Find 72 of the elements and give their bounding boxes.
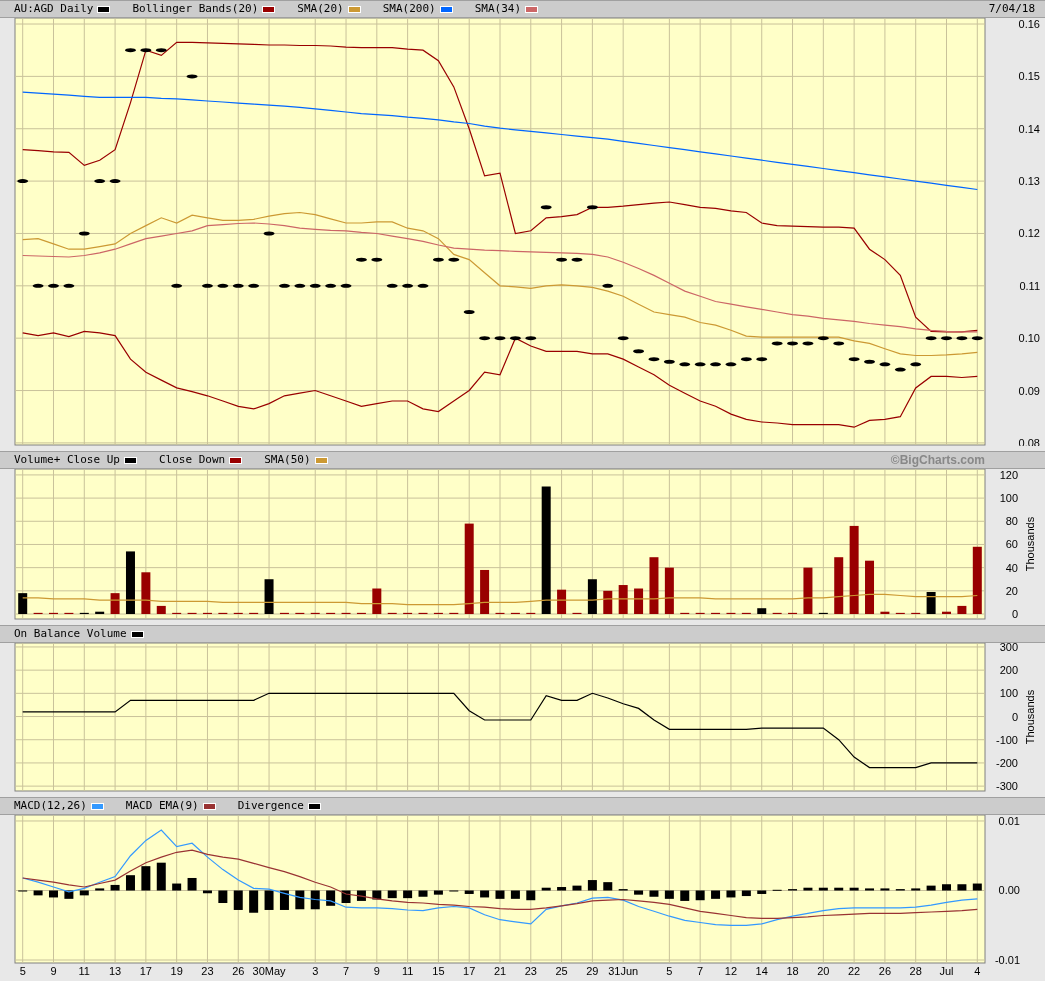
axis-tick-label: 9	[50, 965, 57, 977]
axis-tick-label: 20	[1005, 584, 1018, 597]
axis-tick-label: 4	[974, 965, 981, 977]
axis-tick-label: 40	[1005, 561, 1018, 574]
axis-tick-label: 0.16	[1018, 18, 1040, 30]
axis-tick-label: 0.12	[1018, 227, 1040, 240]
legend-label: SMA(20)	[297, 0, 344, 17]
axis-tick-label: 29	[586, 965, 599, 977]
axis-tick-label: 21	[493, 965, 507, 977]
axis-tick-label: 5	[666, 965, 673, 977]
axis-tick-label: 15	[432, 965, 445, 977]
axis-tick-label: 7	[342, 965, 350, 977]
axis-tick-label: 28	[909, 965, 922, 977]
legend-label: Close Down	[158, 451, 226, 468]
axis-tick-label: 22	[848, 965, 861, 977]
axis-tick-label: 26	[878, 965, 892, 977]
legend-label: SMA(50)	[264, 451, 311, 468]
axis-tick-label: 60	[1005, 538, 1018, 551]
axis-tick-label: 25	[555, 965, 568, 977]
axis-tick-label: 300	[999, 643, 1018, 653]
axis-tick-label: 17	[139, 965, 152, 977]
legend-label: On Balance Volume	[14, 625, 127, 642]
axis-tick-label: 19	[170, 965, 183, 977]
legend-label: Bollinger Bands(20)	[132, 0, 259, 17]
legend-label: Volume+ Close Up	[14, 451, 120, 468]
axis-tick-label: -100	[995, 733, 1018, 746]
legend-label: SMA(34)	[474, 0, 522, 17]
axis-tick-label: 3	[312, 965, 319, 977]
axis-tick-label: 0.13	[1018, 175, 1040, 188]
axis-tick-label: 14	[755, 965, 768, 977]
axis-tick-label: 0.14	[1018, 122, 1040, 135]
axis-tick-label: 9	[373, 965, 380, 977]
axis-tick-label: 0	[1011, 710, 1018, 723]
axis-tick-label: 18	[786, 965, 799, 977]
axis-tick-label: 31Jun	[608, 965, 639, 977]
axis-tick-label: 23	[524, 965, 537, 977]
axis-tick-label: 0.15	[1018, 70, 1040, 83]
axis-tick-label: 5	[19, 965, 26, 977]
axis-tick-label: Jul	[939, 965, 954, 977]
axis-tick-label: 0	[1011, 608, 1018, 620]
axis-tick-label: -0.01	[994, 954, 1020, 966]
legend-label: Divergence	[237, 797, 304, 814]
axis-tick-label: 7	[697, 965, 704, 977]
legend-label: AU:AGD Daily	[14, 0, 94, 17]
credit-text: ©BigCharts.com	[890, 452, 985, 469]
axis-tick-label: 0.01	[998, 815, 1020, 827]
axis-tick-label: 13	[108, 965, 122, 977]
axis-tick-label: 0.09	[1018, 384, 1040, 397]
axis-tick-label: -300	[995, 780, 1018, 792]
axis-tick-label: 200	[999, 664, 1018, 677]
axis-tick-label: 20	[817, 965, 830, 977]
chart-date: 7/04/18	[988, 0, 1035, 17]
axis-tick-label: 0.00	[998, 884, 1020, 897]
legend-label: SMA(200)	[382, 0, 436, 17]
axis-tick-label: -200	[995, 756, 1018, 769]
axis-tick-label: 11	[401, 965, 414, 977]
axis-tick-label: 80	[1005, 515, 1018, 528]
axis-tick-label: 11	[78, 965, 90, 977]
axis-tick-label: 100	[999, 687, 1018, 700]
legend-label: MACD(12,26)	[14, 797, 87, 814]
axis-tick-label: 12	[724, 965, 738, 977]
axis-tick-label: 100	[999, 492, 1018, 505]
axis-tick-label: 26	[232, 965, 245, 977]
axis-tick-label: 0.10	[1018, 332, 1040, 345]
axis-tick-label: 120	[999, 469, 1018, 481]
axis-tick-label: 30May	[252, 965, 286, 977]
axis-tick-label: 23	[201, 965, 214, 977]
axis-title: Thousands	[1024, 689, 1036, 745]
legend-label: MACD EMA(9)	[125, 797, 199, 814]
axis-tick-label: 17	[463, 965, 476, 977]
axis-tick-label: 0.11	[1019, 279, 1040, 292]
axis-title: Thousands	[1024, 516, 1036, 572]
